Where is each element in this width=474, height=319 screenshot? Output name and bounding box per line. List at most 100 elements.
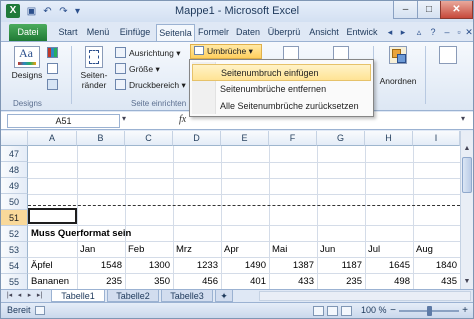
menu-item-remove-page-break[interactable]: Seitenumbrüche entfernen [192,81,371,98]
cell-f53[interactable]: Mai [269,242,290,258]
row-header-49[interactable]: 49 [1,178,28,194]
cell-h53[interactable]: Jul [365,242,383,258]
cell-h54[interactable]: 1645 [365,258,413,274]
new-sheet-icon[interactable]: ✦ [215,290,233,302]
name-box[interactable]: A51 [7,114,120,128]
cell-f55[interactable]: 433 [269,274,317,289]
cell-c55[interactable]: 350 [125,274,173,289]
cell-g53[interactable]: Jun [317,242,338,258]
tab-ueberpruefen[interactable]: Überprü [265,24,303,41]
cell-d53[interactable]: Mrz [173,242,195,258]
cell-b53[interactable]: Jan [77,242,98,258]
ausrichtung-button[interactable]: Ausrichtung ▾ [115,46,181,60]
prev-sheet-icon[interactable]: ◂ [15,291,24,301]
maximize-button[interactable]: □ [417,1,441,19]
cell-d54[interactable]: 1233 [173,258,221,274]
groesse-button[interactable]: Größe ▾ [115,62,160,76]
close-button[interactable]: ✕ [440,1,473,19]
menu-item-reset-all-page-breaks[interactable]: Alle Seitenumbrüche zurücksetzen [192,98,371,115]
fonts-icon[interactable] [47,62,61,76]
cell-f54[interactable]: 1387 [269,258,317,274]
minimize-button[interactable]: – [393,1,418,19]
zoom-out-icon[interactable]: − [388,305,398,316]
tab-menue[interactable]: Menü [83,24,113,41]
tab-seitenlayout[interactable]: Seitenla [156,24,195,41]
normal-view-icon[interactable] [313,306,324,316]
tab-scroll-icon[interactable]: ◂ [384,26,396,38]
insert-function-icon[interactable]: fx [179,114,186,125]
tab-datei[interactable]: Datei [9,24,47,41]
column-header-g[interactable]: G [317,131,365,146]
tab-scroll-right-icon[interactable]: ▸ [397,26,409,38]
designs-button[interactable]: Aa Designs [9,46,45,80]
minimize-ribbon-icon[interactable]: ▵ [413,26,425,38]
menu-item-insert-page-break[interactable]: Seitenumbruch einfügen [192,64,371,81]
zoom-in-icon[interactable]: + [460,305,470,316]
column-header-c[interactable]: C [125,131,173,146]
tab-daten[interactable]: Daten [233,24,263,41]
cell-e54[interactable]: 1490 [221,258,269,274]
row-header-55[interactable]: 55 [1,274,28,289]
cell-c53[interactable]: Feb [125,242,147,258]
select-all-corner[interactable] [1,131,28,146]
last-sheet-icon[interactable]: ▸| [35,291,44,301]
umbrueche-button[interactable]: Umbrüche ▾ [190,44,262,59]
column-header-a[interactable]: A [28,131,77,146]
cell-c54[interactable]: 1300 [125,258,173,274]
scroll-thumb[interactable] [462,157,472,193]
cell-a54[interactable]: Äpfel [28,258,56,274]
column-header-f[interactable]: F [269,131,317,146]
row-header-50[interactable]: 50 [1,194,28,210]
sheet-tab-tabelle1[interactable]: Tabelle1 [51,290,105,302]
druckbereich-button[interactable]: Druckbereich ▾ [115,78,186,92]
cell-e53[interactable]: Apr [221,242,242,258]
cell-i55[interactable]: 435 [413,274,460,289]
page-layout-view-icon[interactable] [327,306,338,316]
tab-ansicht[interactable]: Ansicht [306,24,342,41]
cell-d55[interactable]: 456 [173,274,221,289]
cell-e55[interactable]: 401 [221,274,269,289]
tab-entwicklertools[interactable]: Entwick [343,24,381,41]
cell-b55[interactable]: 235 [77,274,125,289]
column-header-e[interactable]: E [221,131,269,146]
row-header-47[interactable]: 47 [1,146,28,162]
active-cell-a51[interactable] [28,208,77,224]
page-break-preview-icon[interactable] [341,306,352,316]
zoom-slider-knob[interactable] [427,306,432,316]
cell-h55[interactable]: 498 [365,274,413,289]
wb-close-icon[interactable]: ✕ [463,26,473,38]
colors-icon[interactable] [47,46,61,60]
wb-minimize-icon[interactable]: – [441,26,453,38]
row-header-54[interactable]: 54 [1,258,28,274]
tab-einfuegen[interactable]: Einfüge [115,24,155,41]
row-header-53[interactable]: 53 [1,242,28,258]
horizontal-scrollbar[interactable] [259,291,471,301]
row-header-52[interactable]: 52 [1,226,28,242]
cell-a55[interactable]: Bananen [28,274,72,289]
next-sheet-icon[interactable]: ▸ [25,291,34,301]
cell-g55[interactable]: 235 [317,274,365,289]
tab-formeln[interactable]: Formelr [196,24,231,41]
vertical-scrollbar[interactable]: ▲ ▼ [460,131,473,289]
column-header-b[interactable]: B [77,131,125,146]
extra-ribbon-icon[interactable] [433,46,463,66]
cell-a52[interactable]: Muss Querformat sein [28,226,134,242]
column-header-i[interactable]: I [413,131,460,146]
sheet-tab-tabelle3[interactable]: Tabelle3 [161,290,213,302]
column-header-d[interactable]: D [173,131,221,146]
row-header-48[interactable]: 48 [1,162,28,178]
row-header-51[interactable]: 51 [1,210,28,226]
tab-start[interactable]: Start [55,24,81,41]
cell-i54[interactable]: 1840 [413,258,460,274]
effects-icon[interactable] [47,78,61,92]
zoom-level[interactable]: 100 % [361,305,387,315]
seitenraender-button[interactable]: Seiten- ränder [75,46,113,90]
name-box-dropdown-icon[interactable]: ▾ [122,114,126,123]
column-header-h[interactable]: H [365,131,413,146]
sheet-tab-tabelle2[interactable]: Tabelle2 [107,290,159,302]
expand-formula-bar-icon[interactable]: ▾ [461,114,465,123]
scroll-up-icon[interactable]: ▲ [461,143,473,155]
help-icon[interactable]: ? [427,26,439,38]
anordnen-button[interactable]: Anordnen [377,46,419,86]
cell-b54[interactable]: 1548 [77,258,125,274]
